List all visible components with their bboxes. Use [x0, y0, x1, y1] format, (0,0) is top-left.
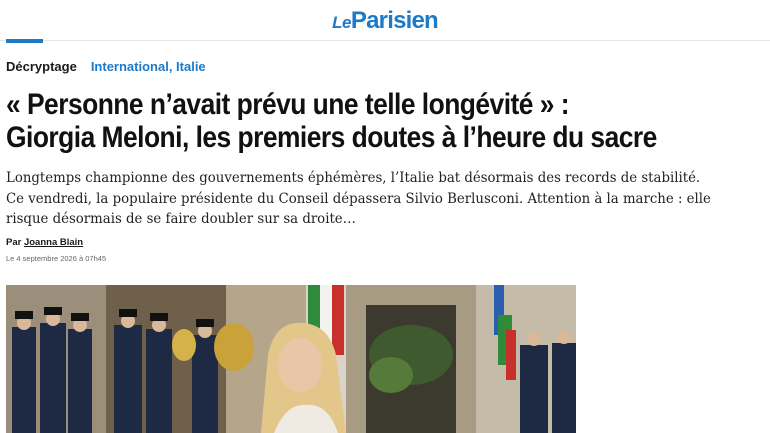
active-tab-indicator	[6, 39, 43, 43]
site-logo[interactable]: LeParisien	[0, 7, 770, 35]
logo-prefix: Le	[332, 13, 351, 32]
byline: Par Joanna Blain	[6, 237, 83, 248]
article-tags: Décryptage International, Italie	[6, 57, 206, 75]
article-lead: Longtemps championne des gouvernements é…	[6, 170, 711, 227]
section-link[interactable]: International, Italie	[91, 59, 206, 74]
photo-illustration	[6, 285, 576, 433]
article-kind-label: Décryptage	[6, 58, 77, 74]
author-link[interactable]: Joanna Blain	[24, 237, 83, 248]
article-photo	[6, 285, 576, 433]
publish-date: Le 4 septembre 2026 à 07h45	[6, 254, 107, 263]
site-header: LeParisien	[0, 0, 770, 41]
article-headline: « Personne n’avait prévu une telle longé…	[6, 88, 657, 154]
logo-brand: Parisien	[350, 7, 439, 34]
byline-prefix: Par	[6, 237, 22, 248]
